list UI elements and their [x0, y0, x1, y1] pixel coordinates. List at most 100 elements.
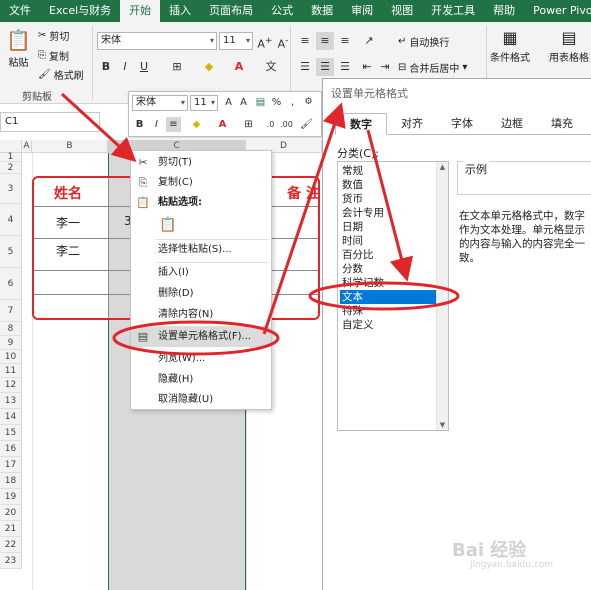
category-item[interactable]: 科学记数 — [340, 276, 436, 290]
tab-developer[interactable]: 开发工具 — [422, 0, 484, 22]
col-header-b[interactable]: B — [32, 140, 108, 153]
category-list[interactable]: 常规 数值 货币 会计专用 日期 时间 百分比 分数 科学记数 文本 特殊 自定… — [337, 161, 449, 431]
align-center-icon[interactable]: ☰ — [316, 58, 334, 76]
row-header[interactable]: 5 — [0, 236, 22, 268]
category-item[interactable]: 时间 — [340, 234, 436, 248]
underline-icon[interactable]: U — [135, 58, 153, 76]
mini-size-combo[interactable]: 11 ▾ — [190, 95, 218, 111]
category-item[interactable]: 数值 — [340, 178, 436, 192]
tab-number[interactable]: 数字 — [335, 113, 387, 135]
scroll-up-icon[interactable]: ▲ — [438, 163, 447, 171]
menu-item-insert[interactable]: 插入(I) — [131, 263, 271, 283]
conditional-format-button[interactable]: ▦ 条件格式 — [490, 28, 530, 64]
comma-style-icon[interactable]: , — [285, 95, 300, 110]
orientation-icon[interactable]: ↗ — [360, 32, 378, 50]
row-header[interactable]: 7 — [0, 300, 22, 322]
row-header[interactable]: 2 — [0, 162, 22, 174]
copy-button[interactable]: ⎘ 复制 — [38, 48, 69, 63]
menu-item-hide[interactable]: 隐藏(H) — [131, 370, 271, 390]
fill-color-icon[interactable]: ◆ — [189, 117, 204, 132]
tab-review[interactable]: 审阅 — [342, 0, 382, 22]
number-format-icon[interactable]: ▤ — [253, 95, 268, 110]
row-header[interactable]: 15 — [0, 425, 22, 441]
decrease-decimal-icon[interactable]: .00 — [279, 117, 294, 132]
align-middle-icon[interactable]: ≡ — [316, 32, 334, 50]
tab-excel-finance[interactable]: Excel与财务 — [40, 0, 120, 22]
increase-decimal-icon[interactable]: .0 — [263, 117, 278, 132]
menu-item-clear-contents[interactable]: 清除内容(N) — [131, 305, 271, 325]
align-center-icon[interactable]: ≡ — [166, 117, 181, 132]
row-header[interactable]: 21 — [0, 521, 22, 537]
row-header[interactable]: 6 — [0, 268, 22, 300]
row-header[interactable]: 22 — [0, 537, 22, 553]
phonetic-icon[interactable]: 文 — [262, 58, 280, 76]
row-header[interactable]: 4 — [0, 204, 22, 236]
increase-font-icon[interactable]: A — [221, 95, 236, 110]
tab-font[interactable]: 字体 — [437, 113, 487, 135]
row-header[interactable]: 18 — [0, 473, 22, 489]
category-item[interactable]: 自定义 — [340, 318, 436, 332]
category-item[interactable]: 日期 — [340, 220, 436, 234]
name-cell[interactable]: 李二 — [56, 242, 80, 259]
menu-item-copy[interactable]: ⎘ 复制(C) — [131, 173, 271, 193]
tab-insert[interactable]: 插入 — [160, 0, 200, 22]
category-scrollbar[interactable]: ▲ ▼ — [436, 162, 448, 430]
tab-border[interactable]: 边框 — [487, 113, 537, 135]
increase-font-icon[interactable]: A+ — [256, 32, 274, 51]
row-header[interactable]: 17 — [0, 457, 22, 473]
align-left-icon[interactable]: ☰ — [296, 58, 314, 76]
tab-alignment[interactable]: 对齐 — [387, 113, 437, 135]
menu-item-paste-special[interactable]: 选择性粘贴(S)... — [131, 240, 271, 260]
row-header[interactable]: 3 — [0, 174, 22, 204]
menu-item-format-cells[interactable]: ▤ 设置单元格格式(F)... — [131, 327, 271, 347]
decrease-font-icon[interactable]: A — [236, 95, 251, 110]
mini-font-combo[interactable]: 宋体 ▾ — [132, 95, 188, 111]
font-size-combo[interactable]: 11 ▾ — [219, 32, 253, 50]
tab-formulas[interactable]: 公式 — [262, 0, 302, 22]
tab-data[interactable]: 数据 — [302, 0, 342, 22]
row-header[interactable]: 10 — [0, 350, 22, 364]
col-header-a[interactable]: A — [22, 140, 32, 153]
format-painter-button[interactable]: 🖌 格式刷 — [38, 67, 84, 82]
category-item[interactable]: 会计专用 — [340, 206, 436, 220]
tab-page-layout[interactable]: 页面布局 — [200, 0, 262, 22]
format-icon[interactable]: ⚙ — [301, 95, 316, 110]
category-item-selected[interactable]: 文本 — [340, 290, 436, 304]
italic-icon[interactable]: I — [149, 117, 164, 132]
row-header[interactable]: 20 — [0, 505, 22, 521]
name-cell[interactable]: 李一 — [56, 214, 80, 231]
border-icon[interactable]: ⊞ — [241, 117, 256, 132]
wrap-text-button[interactable]: ↵ 自动换行 — [398, 34, 449, 49]
bold-icon[interactable]: B — [97, 58, 115, 76]
tab-fill[interactable]: 填充 — [537, 113, 587, 135]
name-box[interactable]: C1 — [0, 112, 100, 132]
row-header[interactable]: 8 — [0, 322, 22, 336]
menu-item-unhide[interactable]: 取消隐藏(U) — [131, 390, 271, 410]
font-name-combo[interactable]: 宋体 ▾ — [97, 32, 217, 50]
row-header[interactable]: 12 — [0, 378, 22, 393]
category-item[interactable]: 百分比 — [340, 248, 436, 262]
table-format-button[interactable]: ▤ 套用表格格式 — [548, 28, 590, 64]
row-header[interactable]: 19 — [0, 489, 22, 505]
align-right-icon[interactable]: ☰ — [336, 58, 354, 76]
row-header[interactable]: 9 — [0, 336, 22, 350]
row-header[interactable]: 14 — [0, 409, 22, 425]
font-color-icon[interactable]: A — [215, 117, 230, 132]
paste-option-icon[interactable]: 📋 — [158, 215, 178, 235]
align-bottom-icon[interactable]: ≡ — [336, 32, 354, 50]
indent-increase-icon[interactable]: ⇥ — [376, 58, 394, 76]
category-item[interactable]: 常规 — [340, 164, 436, 178]
indent-decrease-icon[interactable]: ⇤ — [358, 58, 376, 76]
menu-item-delete[interactable]: 删除(D) — [131, 284, 271, 304]
row-header[interactable]: 1 — [0, 153, 22, 162]
category-item[interactable]: 特殊 — [340, 304, 436, 318]
row-header[interactable]: 16 — [0, 441, 22, 457]
tab-home[interactable]: 开始 — [120, 0, 161, 22]
border-icon[interactable]: ⊞ — [168, 58, 186, 76]
menu-item-column-width[interactable]: 列宽(W)... — [131, 349, 271, 369]
cut-button[interactable]: ✂ 剪切 — [38, 28, 69, 43]
row-header[interactable]: 23 — [0, 553, 22, 569]
row-header[interactable]: 13 — [0, 393, 22, 409]
percent-icon[interactable]: % — [269, 95, 284, 110]
tab-power-pivot[interactable]: Power Pivot — [524, 0, 591, 22]
